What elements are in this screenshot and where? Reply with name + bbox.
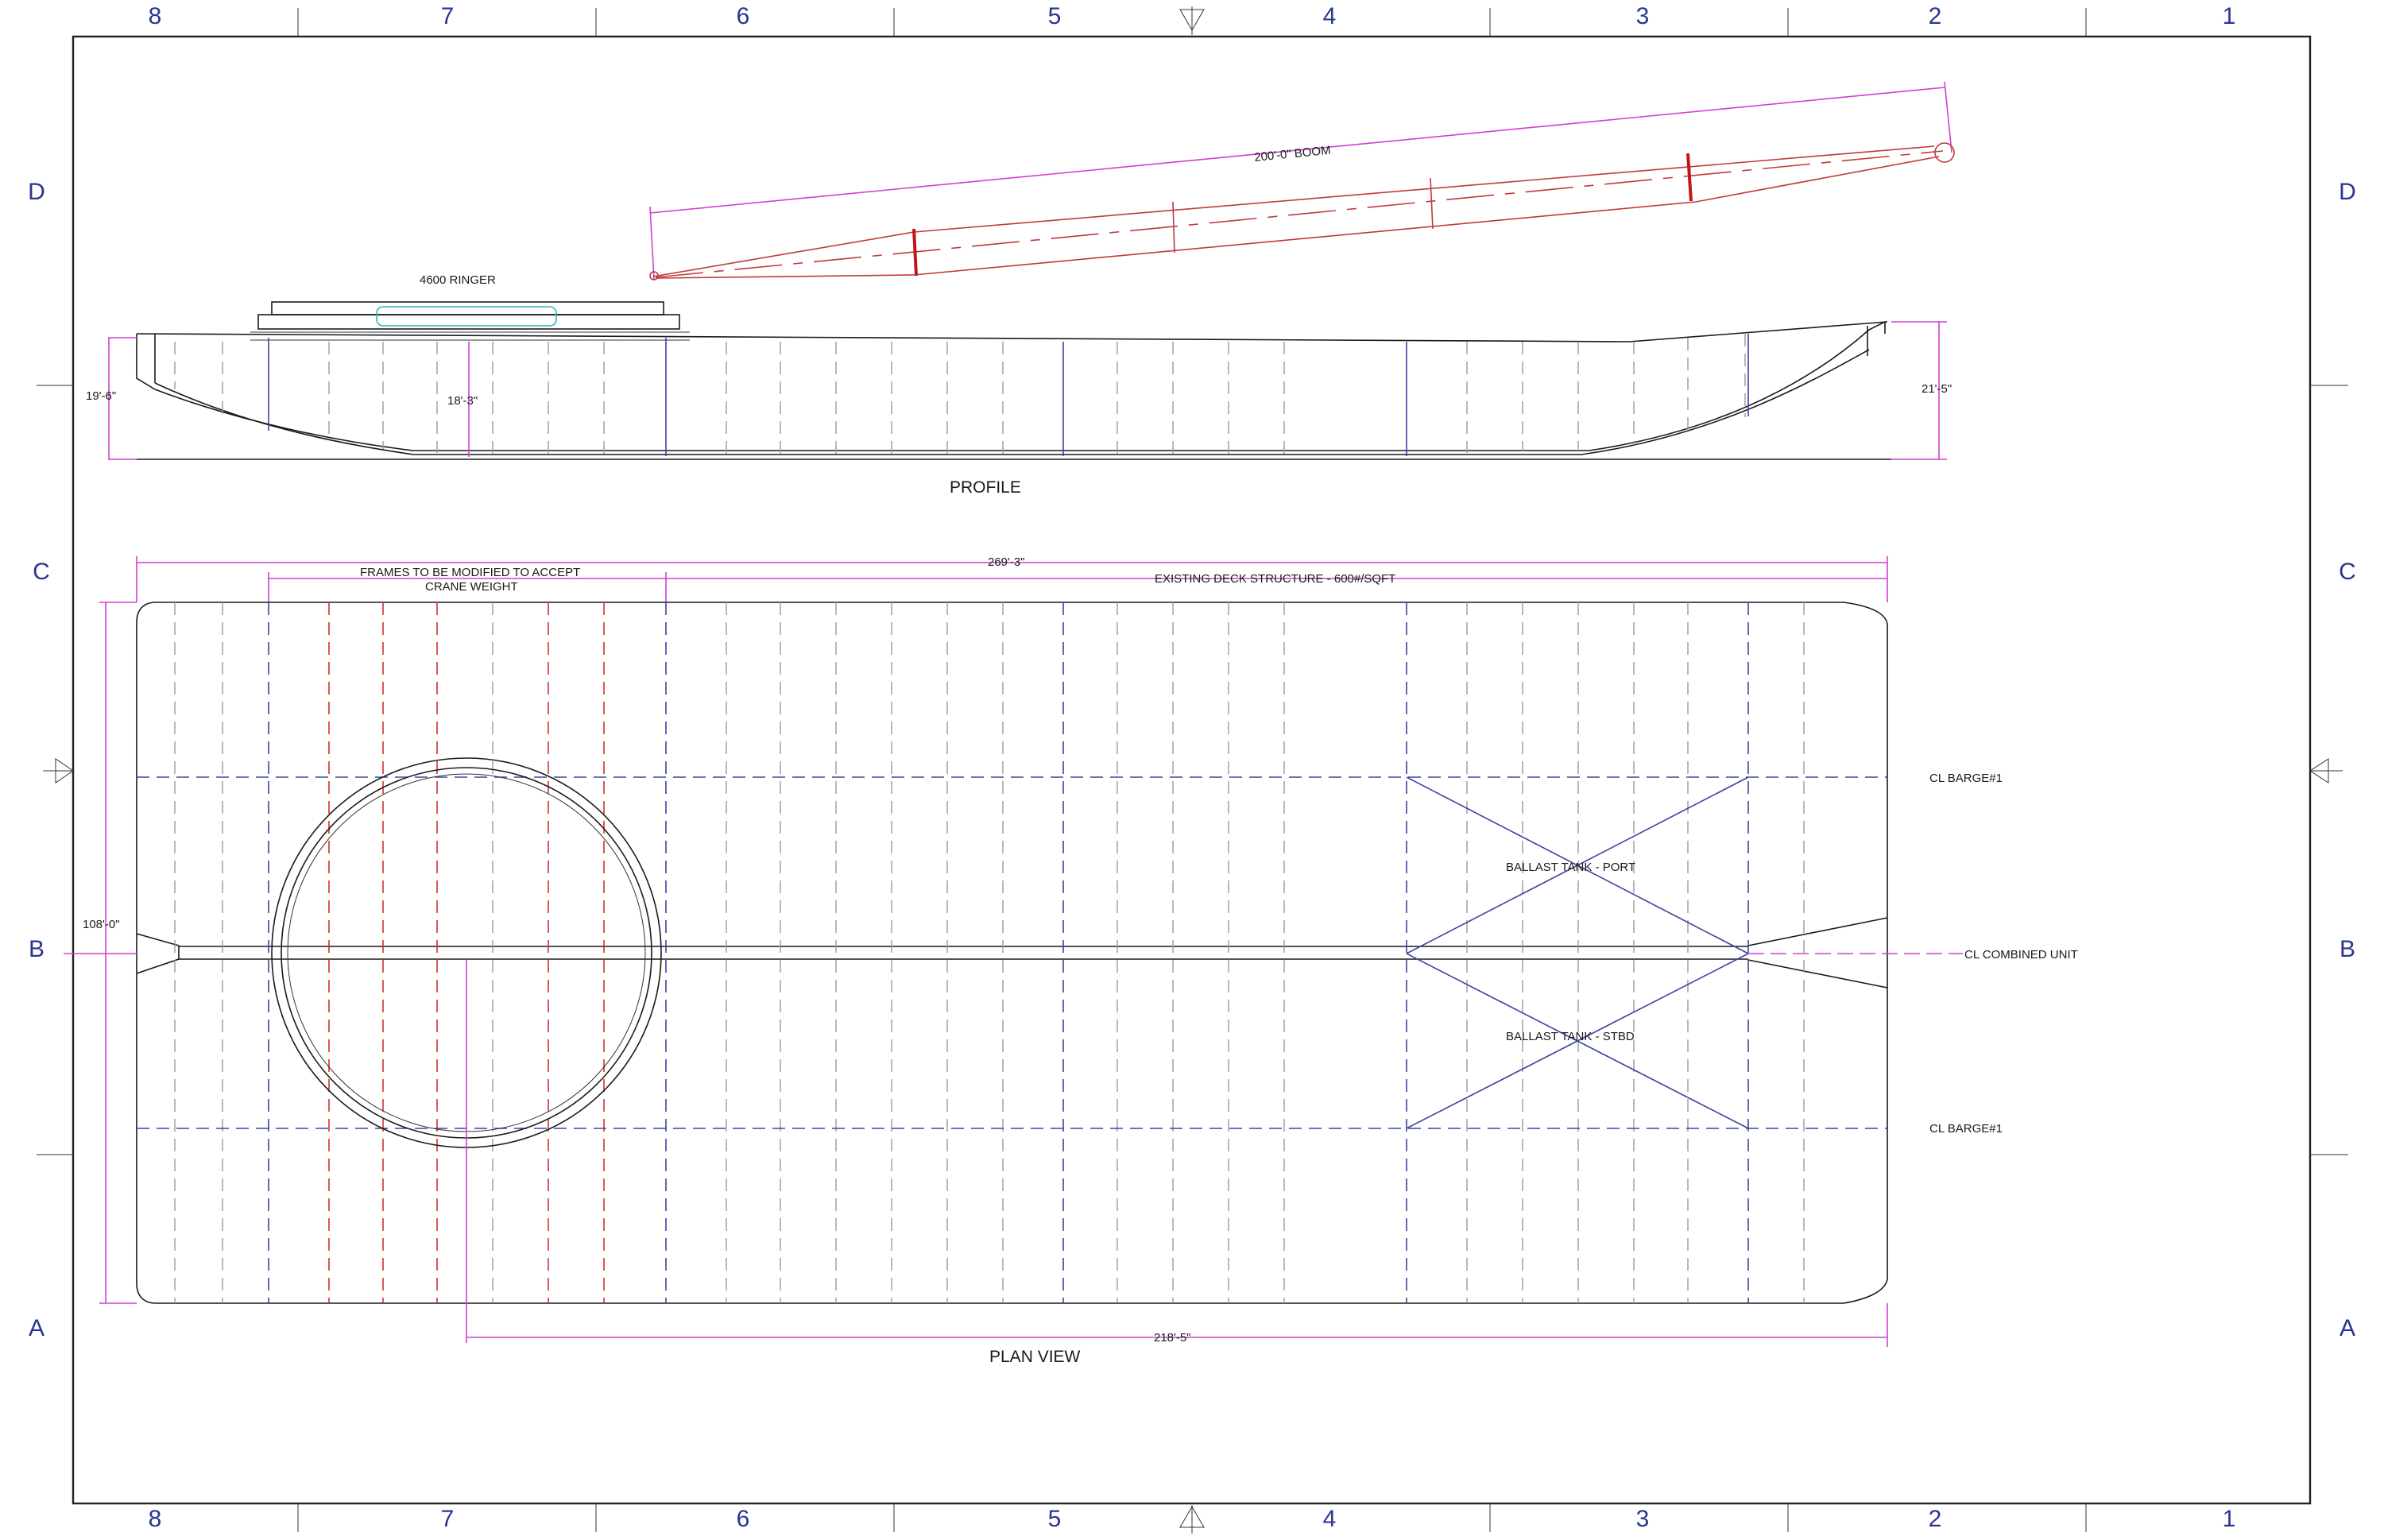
- zone-col-4-top: 4: [1323, 3, 1337, 29]
- profile-dim-mid: 18'-3": [447, 394, 478, 408]
- plan-side-dims: [64, 602, 1888, 1347]
- zone-col-2-bottom: 2: [1929, 1506, 1942, 1532]
- center-mark-bottom: [1179, 1505, 1205, 1534]
- zone-col-2-top: 2: [1929, 3, 1942, 29]
- drawing-sheet: 8 7 6 5 4 3 2 1 8 7 6 5 4 3 2 1 D C B A …: [28, 3, 2356, 1534]
- zone-col-3-top: 3: [1636, 3, 1650, 29]
- barge-profile-hull: [136, 320, 1891, 460]
- crane-boom: [649, 81, 1955, 281]
- plan-dim-existing: EXISTING DECK STRUCTURE - 600#/SQFT: [1155, 572, 1395, 586]
- plan-dim-bottom: 218'-5": [1154, 1331, 1191, 1345]
- plan-frame-lines: [137, 602, 1963, 1303]
- cl-barge-bottom-label: CL BARGE#1: [1929, 1122, 2003, 1136]
- zone-row-C-right: C: [2339, 559, 2356, 585]
- zone-row-B-left: B: [29, 936, 45, 962]
- zone-col-6-bottom: 6: [737, 1506, 750, 1532]
- plan-dim-frames-line2: CRANE WEIGHT: [425, 580, 518, 594]
- cl-combined-label: CL COMBINED UNIT: [1964, 948, 2078, 962]
- zone-col-8-top: 8: [149, 3, 162, 29]
- zone-col-5-bottom: 5: [1048, 1506, 1062, 1532]
- plan-dim-width: 108'-0": [83, 918, 120, 931]
- ringer-label: 4600 RINGER: [420, 273, 496, 287]
- zone-col-3-bottom: 3: [1636, 1506, 1650, 1532]
- ballast-stbd-label: BALLAST TANK - STBD: [1506, 1030, 1635, 1043]
- zone-row-C-left: C: [33, 559, 50, 585]
- profile-dim-right: 21'-5": [1922, 382, 1952, 396]
- zone-col-4-bottom: 4: [1323, 1506, 1337, 1532]
- zone-col-5-top: 5: [1048, 3, 1062, 29]
- zone-col-1-top: 1: [2223, 3, 2236, 29]
- center-mark-top: [1179, 6, 1205, 35]
- zone-row-D-left: D: [28, 179, 45, 205]
- zone-col-7-top: 7: [441, 3, 455, 29]
- center-mark-right: [2309, 758, 2343, 784]
- ballast-port-label: BALLAST TANK - PORT: [1506, 861, 1635, 874]
- plan-title: PLAN VIEW: [989, 1348, 1081, 1366]
- plan-dim-frames-line1: FRAMES TO BE MODIFIED TO ACCEPT: [360, 566, 580, 579]
- cl-barge-top-label: CL BARGE#1: [1929, 772, 2003, 785]
- zone-col-6-top: 6: [737, 3, 750, 29]
- sheet-frame: [72, 35, 2312, 1505]
- profile-dim-left: 19'-6": [86, 389, 116, 403]
- right-zone-ticks: [2310, 385, 2348, 1155]
- zone-row-B-right: B: [2339, 936, 2355, 962]
- left-zone-ticks: [37, 385, 73, 1155]
- plan-hull-outline: [136, 602, 1888, 1304]
- zone-col-1-bottom: 1: [2223, 1506, 2236, 1532]
- plan-dim-overall: 269'-3": [988, 555, 1025, 569]
- zone-col-7-bottom: 7: [441, 1506, 455, 1532]
- profile-dims: [108, 321, 1947, 460]
- zone-row-A-right: A: [2339, 1315, 2355, 1341]
- boom-label: 200'-0" BOOM: [1254, 144, 1332, 164]
- ringer-circle: [271, 757, 662, 1343]
- ballast-tanks: [1406, 776, 1749, 1129]
- center-mark-left: [43, 758, 74, 784]
- profile-title: PROFILE: [950, 478, 1021, 497]
- zone-row-A-left: A: [29, 1315, 45, 1341]
- zone-col-8-bottom: 8: [149, 1506, 162, 1532]
- zone-row-D-right: D: [2339, 179, 2356, 205]
